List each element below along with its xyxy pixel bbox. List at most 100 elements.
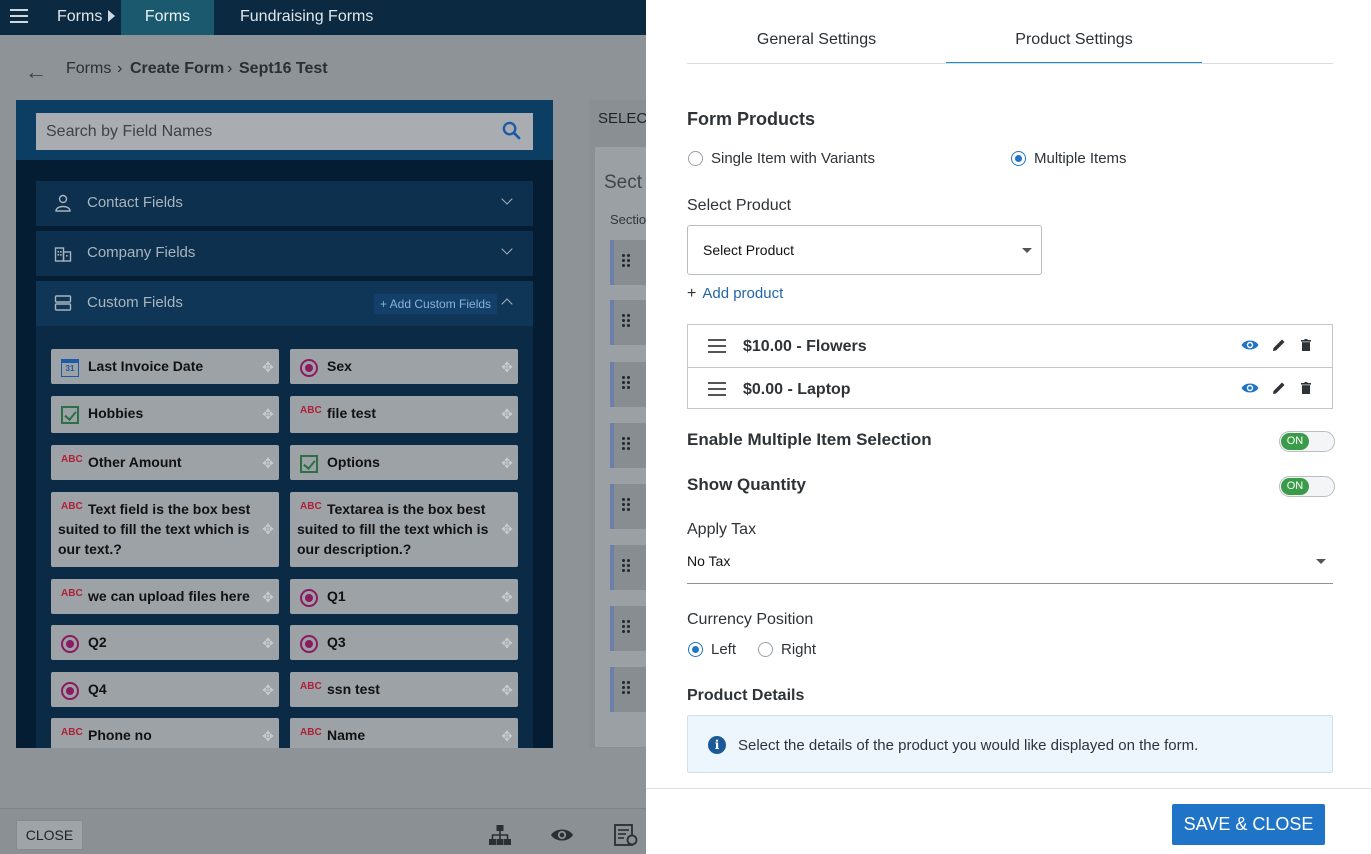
tab-general-settings[interactable]: General Settings: [687, 0, 946, 64]
add-custom-fields-button[interactable]: + Add Custom Fields: [374, 294, 498, 314]
accordion-company-fields[interactable]: Company Fields: [36, 231, 533, 276]
eye-icon[interactable]: [1241, 339, 1259, 351]
move-handle-icon[interactable]: ✥: [260, 359, 276, 375]
custom-field-item[interactable]: Q2 ✥: [51, 625, 279, 660]
add-product-link[interactable]: + Add product: [687, 285, 783, 303]
custom-field-item[interactable]: Q3 ✥: [290, 625, 518, 660]
radio-multiple-items-label[interactable]: Multiple Items: [1034, 150, 1127, 167]
enable-multiple-toggle[interactable]: ON: [1279, 431, 1335, 452]
custom-field-item[interactable]: ABC Phone no ✥: [51, 718, 279, 748]
custom-field-item[interactable]: 31 Last Invoice Date ✥: [51, 349, 279, 384]
custom-field-item[interactable]: ABC Text field is the box best suited to …: [51, 492, 279, 567]
trash-icon[interactable]: [1301, 339, 1311, 351]
drag-handle-icon[interactable]: [622, 681, 632, 695]
back-arrow-icon[interactable]: ←: [25, 59, 47, 85]
move-handle-icon[interactable]: ✥: [260, 455, 276, 471]
move-handle-icon[interactable]: ✥: [260, 635, 276, 651]
move-handle-icon[interactable]: ✥: [499, 635, 515, 651]
tab-product-settings[interactable]: Product Settings: [946, 0, 1202, 64]
custom-field-item[interactable]: ABC we can upload files here ✥: [51, 579, 279, 614]
radio-icon: [300, 635, 318, 653]
apply-tax-value: No Tax: [687, 553, 731, 569]
move-handle-icon[interactable]: ✥: [499, 589, 515, 605]
calendar-icon: 31: [61, 359, 79, 377]
apply-tax-select[interactable]: No Tax: [687, 545, 1333, 584]
plus-icon: +: [687, 285, 697, 302]
move-handle-icon[interactable]: ✥: [260, 728, 276, 744]
radio-single-item[interactable]: [688, 151, 703, 166]
custom-field-item[interactable]: Sex ✥: [290, 349, 518, 384]
move-handle-icon[interactable]: ✥: [499, 359, 515, 375]
nav-tab-fundraising-forms[interactable]: Fundraising Forms: [240, 8, 373, 26]
chevron-down-icon[interactable]: [501, 243, 513, 255]
drawer-footer: SAVE & CLOSE: [646, 788, 1371, 854]
hierarchy-icon[interactable]: [488, 824, 512, 846]
move-handle-icon[interactable]: ✥: [499, 455, 515, 471]
chevron-down-icon[interactable]: [501, 193, 513, 205]
eye-icon[interactable]: [550, 824, 574, 846]
drag-handle-icon[interactable]: [622, 314, 632, 328]
drag-handle-icon[interactable]: [622, 498, 632, 512]
custom-field-item[interactable]: ABC Name ✥: [290, 718, 518, 748]
breadcrumb-create-form[interactable]: Create Form: [130, 60, 224, 78]
drag-handle-icon[interactable]: [622, 376, 632, 390]
nav-tab-forms[interactable]: Forms: [121, 0, 214, 41]
close-button[interactable]: CLOSE: [16, 820, 83, 850]
move-handle-icon[interactable]: ✥: [499, 728, 515, 744]
section-field-row: [610, 667, 646, 712]
custom-field-item[interactable]: ABC ssn test ✥: [290, 672, 518, 707]
trash-icon[interactable]: [1301, 382, 1311, 394]
breadcrumb-forms[interactable]: Forms: [66, 60, 111, 78]
move-handle-icon[interactable]: ✥: [499, 406, 515, 422]
accordion-custom-fields[interactable]: Custom Fields + Add Custom Fields: [36, 281, 533, 326]
pencil-icon[interactable]: [1272, 338, 1286, 352]
custom-field-item[interactable]: Options ✥: [290, 445, 518, 480]
eye-icon[interactable]: [1241, 382, 1259, 394]
select-product-dropdown[interactable]: Select Product: [687, 225, 1042, 275]
search-icon[interactable]: [502, 121, 521, 140]
custom-field-item[interactable]: Q1 ✥: [290, 579, 518, 614]
custom-field-label: Last Invoice Date: [88, 358, 204, 374]
custom-field-label: Phone no: [88, 727, 152, 743]
move-handle-icon[interactable]: ✥: [260, 521, 276, 537]
drag-handle-icon[interactable]: [708, 339, 726, 353]
custom-field-item[interactable]: Hobbies ✥: [51, 396, 279, 433]
hamburger-icon[interactable]: [10, 9, 28, 25]
move-handle-icon[interactable]: ✥: [499, 682, 515, 698]
move-handle-icon[interactable]: ✥: [260, 589, 276, 605]
move-handle-icon[interactable]: ✥: [260, 406, 276, 422]
drag-handle-icon[interactable]: [708, 382, 726, 396]
report-icon[interactable]: [614, 824, 638, 846]
custom-field-item[interactable]: Q4 ✥: [51, 672, 279, 707]
search-input[interactable]: [36, 113, 533, 150]
custom-field-item[interactable]: ABC Textarea is the box best suited to fi…: [290, 492, 518, 567]
move-handle-icon[interactable]: ✥: [499, 521, 515, 537]
nav-forms-label[interactable]: Forms: [57, 8, 102, 26]
custom-field-label: Hobbies: [88, 405, 144, 421]
chevron-up-icon[interactable]: [501, 298, 513, 310]
radio-currency-left-label[interactable]: Left: [711, 641, 736, 658]
radio-multiple-items[interactable]: [1011, 151, 1026, 166]
currency-position-label: Currency Position: [687, 611, 814, 628]
custom-fields-grid: 31 Last Invoice Date ✥ Sex ✥ Hobbies ✥ ABC file …: [36, 326, 533, 748]
custom-field-item[interactable]: ABC Other Amount ✥: [51, 445, 279, 480]
select-product-value: Select Product: [703, 242, 795, 258]
radio-currency-left[interactable]: [688, 642, 703, 657]
radio-currency-right-label[interactable]: Right: [781, 641, 816, 658]
drag-handle-icon[interactable]: [622, 437, 632, 451]
drag-handle-icon[interactable]: [622, 620, 632, 634]
custom-field-label: Other Amount: [88, 454, 182, 470]
background-app: Forms Forms Fundraising Forms ← Forms › …: [0, 0, 646, 854]
show-quantity-toggle[interactable]: ON: [1279, 476, 1335, 497]
custom-field-item[interactable]: ABC file test ✥: [290, 396, 518, 433]
product-list: $10.00 - Flowers $0.00 - Laptop: [687, 324, 1333, 409]
radio-single-item-label[interactable]: Single Item with Variants: [711, 150, 875, 167]
accordion-contact-fields[interactable]: Contact Fields: [36, 181, 533, 226]
save-close-button[interactable]: SAVE & CLOSE: [1172, 804, 1325, 845]
pencil-icon[interactable]: [1272, 381, 1286, 395]
drag-handle-icon[interactable]: [622, 254, 632, 268]
drag-handle-icon[interactable]: [622, 559, 632, 573]
field-library-panel: Contact Fields Company Fields Custom Fie…: [16, 100, 553, 748]
radio-currency-right[interactable]: [758, 642, 773, 657]
move-handle-icon[interactable]: ✥: [260, 682, 276, 698]
